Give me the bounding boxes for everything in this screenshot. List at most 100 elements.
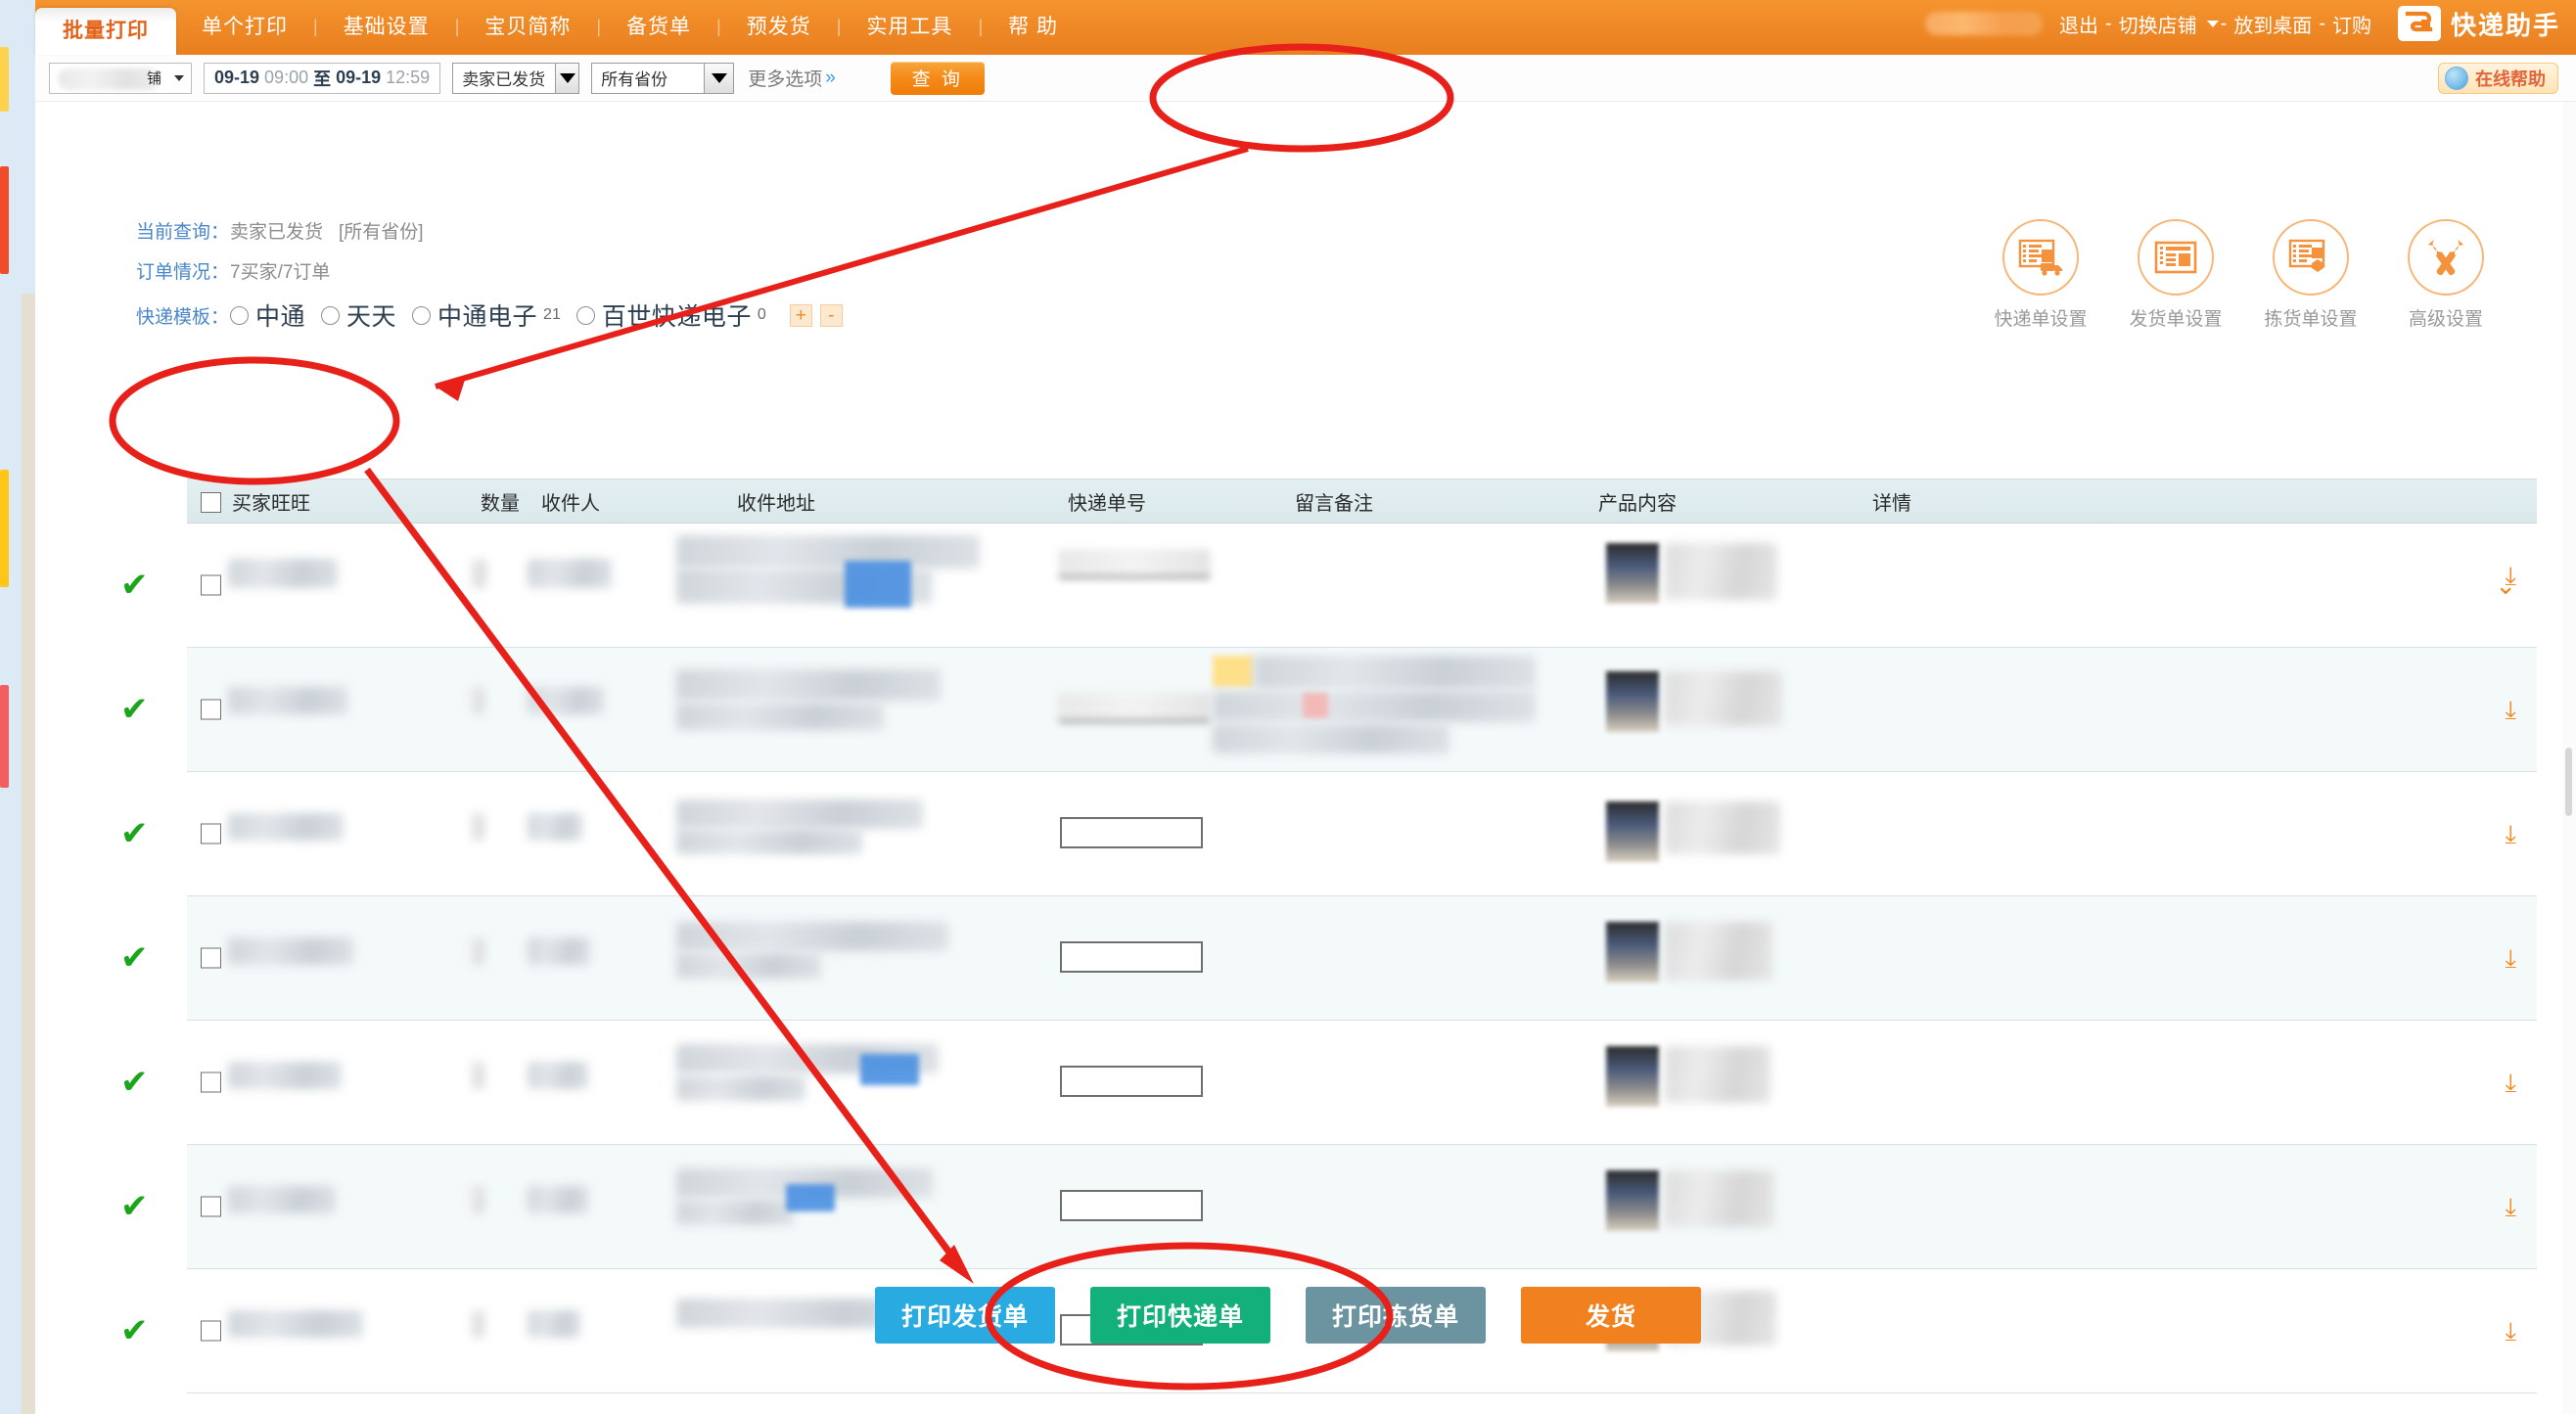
- chevron-double-down-icon[interactable]: ⤓: [2506, 1070, 2516, 1095]
- select-all-checkbox[interactable]: [201, 492, 221, 513]
- column-header-product[interactable]: 产品内容: [1598, 487, 1677, 516]
- product-content-redacted: [1665, 671, 1782, 726]
- table-row[interactable]: ✔ ⤓: [120, 1021, 2537, 1145]
- template-radio-tiantian[interactable]: 天天: [321, 297, 396, 333]
- chevron-double-down-icon[interactable]: ⤓: [2506, 821, 2516, 846]
- tab-help[interactable]: 帮 助: [983, 0, 1083, 55]
- picking-list-settings-button[interactable]: 拣货单设置: [2257, 219, 2365, 331]
- chevron-double-down-icon[interactable]: ⤓: [2506, 697, 2516, 722]
- table-row[interactable]: ✔ ⤓: [120, 772, 2537, 896]
- add-to-desktop-link[interactable]: 放到桌面: [2229, 10, 2317, 38]
- scrollbar-thumb[interactable]: [2565, 748, 2572, 816]
- province-select[interactable]: 所有省份: [591, 62, 735, 94]
- online-help-button[interactable]: 在线帮助: [2438, 62, 2558, 94]
- start-date: 09-19: [214, 68, 260, 87]
- date-range-input[interactable]: 09-19 09:00 至 09-19 12:59: [204, 62, 441, 94]
- advanced-settings-button[interactable]: 高级设置: [2392, 219, 2500, 331]
- tab-stock-list[interactable]: 备货单: [601, 0, 716, 55]
- print-shipping-note-button[interactable]: 打印发货单: [875, 1287, 1055, 1344]
- quantity-redacted: [471, 687, 484, 714]
- template-radio-zhongtong[interactable]: 中通: [230, 297, 305, 333]
- product-thumbnail[interactable]: [1606, 1046, 1659, 1107]
- tab-pre-shipment[interactable]: 预发货: [721, 0, 837, 55]
- tracking-number-input[interactable]: [1060, 1190, 1203, 1221]
- product-thumbnail[interactable]: [1606, 1170, 1659, 1231]
- tracking-number-redacted[interactable]: [1058, 693, 1211, 722]
- row-checkbox[interactable]: [201, 823, 221, 844]
- shipping-note-settings-icon: [2138, 219, 2214, 296]
- chevron-down-icon: [174, 74, 184, 81]
- chevron-double-down-icon[interactable]: ⤓: [2506, 1194, 2516, 1219]
- table-row[interactable]: ✔ ⤓: [120, 648, 2537, 772]
- switch-shop-link[interactable]: 切换店铺: [2114, 10, 2202, 38]
- tab-batch-print[interactable]: 批量打印: [35, 8, 176, 55]
- column-header-tracking[interactable]: 快递单号: [1068, 487, 1146, 516]
- row-status-check-icon: ✔: [120, 939, 149, 977]
- product-thumbnail[interactable]: [1606, 543, 1659, 604]
- column-header-note[interactable]: 留言备注: [1295, 487, 1373, 516]
- remove-template-button[interactable]: -: [819, 303, 843, 327]
- end-time: 12:59: [386, 68, 431, 87]
- template-radio-zhongtong-e[interactable]: 中通电子 21: [412, 297, 561, 333]
- tracking-number-redacted[interactable]: [1058, 549, 1211, 578]
- buyer-name-redacted: [228, 937, 353, 965]
- vertical-scrollbar[interactable]: [2562, 102, 2576, 1414]
- chevron-double-down-icon[interactable]: ⤓: [2506, 945, 2516, 971]
- subscribe-link[interactable]: 订购: [2327, 10, 2376, 38]
- tracking-number-input[interactable]: [1060, 941, 1203, 973]
- address-highlight: [860, 1054, 919, 1085]
- chevron-down-icon[interactable]: [2206, 20, 2219, 27]
- more-options-link[interactable]: 更多选项: [748, 65, 822, 91]
- address-redacted: [676, 703, 884, 730]
- chevron-double-down-icon[interactable]: ⤓: [2506, 563, 2516, 588]
- add-template-button[interactable]: +: [789, 303, 812, 327]
- template-count: 21: [543, 306, 561, 323]
- column-header-buyer[interactable]: 买家旺旺: [232, 487, 310, 516]
- tab-utilities[interactable]: 实用工具: [841, 0, 978, 55]
- column-header-address[interactable]: 收件地址: [737, 487, 815, 516]
- row-checkbox[interactable]: [201, 699, 221, 720]
- column-header-quantity[interactable]: 数量: [481, 487, 520, 516]
- row-checkbox[interactable]: [201, 1196, 221, 1217]
- product-content-redacted: [1665, 1046, 1771, 1103]
- chevron-down-icon[interactable]: [555, 63, 579, 93]
- shipping-note-settings-button[interactable]: 发货单设置: [2122, 219, 2230, 331]
- query-button[interactable]: 查 询: [890, 61, 985, 95]
- table-row[interactable]: ✔ ⤓: [120, 896, 2537, 1021]
- chevron-down-icon[interactable]: [704, 63, 734, 93]
- print-waybill-button[interactable]: 打印快递单: [1090, 1287, 1270, 1344]
- row-checkbox[interactable]: [201, 574, 221, 596]
- tracking-number-input[interactable]: [1060, 1066, 1203, 1097]
- table-row[interactable]: ✔ ⌄ ⤓: [120, 524, 2537, 648]
- link-separator: -: [2104, 12, 2112, 34]
- waybill-settings-button[interactable]: 快递单设置: [1987, 219, 2094, 331]
- username-redacted: [1924, 12, 2043, 35]
- shop-select[interactable]: 铺: [49, 62, 192, 94]
- product-content-redacted: [1665, 922, 1772, 981]
- template-radio-baishi-e[interactable]: 百世快递电子 0: [575, 297, 766, 333]
- ship-button[interactable]: 发货: [1521, 1287, 1701, 1344]
- shop-name-redacted: [58, 68, 160, 90]
- tab-single-print[interactable]: 单个打印: [176, 0, 313, 55]
- chrome-pip: [0, 166, 9, 274]
- double-chevron-right-icon[interactable]: »: [825, 68, 836, 89]
- address-redacted: [676, 953, 821, 979]
- product-thumbnail[interactable]: [1606, 801, 1659, 862]
- row-checkbox[interactable]: [201, 1072, 221, 1093]
- address-redacted: [676, 922, 948, 951]
- column-header-receiver[interactable]: 收件人: [541, 487, 600, 516]
- print-picking-list-button[interactable]: 打印拣货单: [1306, 1287, 1486, 1344]
- orders-table: 买家旺旺 数量 收件人 收件地址 快递单号 留言备注 产品内容 详情 ✔ ⌄ ⤓: [120, 479, 2537, 1393]
- order-status-select[interactable]: 卖家已发货: [452, 62, 580, 94]
- online-help-label: 在线帮助: [2475, 68, 2546, 89]
- row-checkbox[interactable]: [201, 947, 221, 969]
- address-redacted: [676, 535, 980, 569]
- product-thumbnail[interactable]: [1606, 922, 1659, 982]
- template-row: 快递模板： 中通 天天 中通电子 21 百世快递电子 0 + -: [136, 297, 843, 333]
- tracking-number-input[interactable]: [1060, 817, 1203, 848]
- logout-link[interactable]: 退出: [2054, 10, 2103, 38]
- table-row[interactable]: ✔ ⤓: [120, 1145, 2537, 1269]
- tab-basic-settings[interactable]: 基础设置: [318, 0, 455, 55]
- tab-product-alias[interactable]: 宝贝简称: [459, 0, 596, 55]
- product-thumbnail[interactable]: [1606, 671, 1659, 732]
